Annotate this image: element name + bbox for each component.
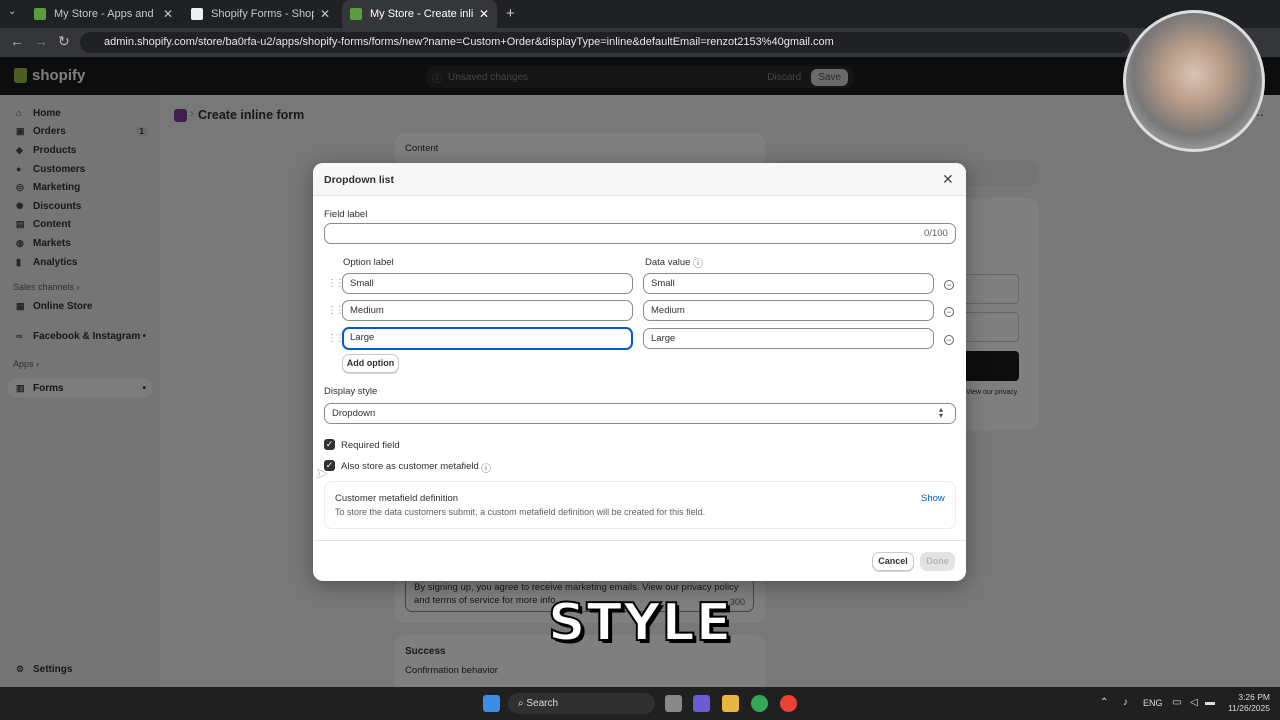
modal-title: Dropdown list <box>324 174 394 186</box>
display-style-label: Display style <box>324 386 378 397</box>
field-label-heading: Field label <box>324 209 368 220</box>
info-icon[interactable]: ⓘ <box>693 255 703 270</box>
forward-icon[interactable]: → <box>34 33 48 49</box>
add-option-button[interactable]: Add option <box>342 354 399 373</box>
clock[interactable]: 3:26 PM 11/26/2025 <box>1226 692 1270 714</box>
url-input[interactable]: admin.shopify.com/store/ba0rfa-u2/apps/s… <box>80 32 1130 53</box>
data-value-input[interactable]: Medium <box>643 300 934 321</box>
select-arrows-icon: ▴ ▾ <box>939 405 944 420</box>
required-label: Required field <box>341 440 400 451</box>
field-label-char-count: 0/100 <box>924 228 948 239</box>
language-indicator[interactable]: ENG <box>1143 698 1163 708</box>
display-style-select[interactable]: Dropdown <box>324 403 956 424</box>
close-tab-icon[interactable]: ✕ <box>320 7 330 21</box>
remove-option-icon[interactable]: − <box>944 280 954 290</box>
microphone-icon[interactable]: ♪ <box>1123 697 1128 708</box>
chrome-profile-icon[interactable] <box>780 695 797 712</box>
drag-handle-icon[interactable]: ⋮⋮ <box>327 278 345 289</box>
option-label-input[interactable]: Large <box>342 327 633 350</box>
modal-header <box>313 163 966 196</box>
copilot-icon[interactable] <box>693 695 710 712</box>
new-tab-icon[interactable]: + <box>506 5 515 22</box>
done-button[interactable]: Done <box>920 552 955 571</box>
browser-tab-2[interactable]: Shopify Forms - Shopify Forms ✕ <box>183 0 338 28</box>
required-checkbox[interactable]: ✓ <box>324 439 335 450</box>
data-value-header: Data value <box>645 257 691 268</box>
close-tab-icon[interactable]: ✕ <box>479 7 489 21</box>
clock-time: 3:26 PM <box>1238 692 1270 702</box>
footer-divider <box>313 540 966 541</box>
option-label-input[interactable]: Small <box>342 273 633 294</box>
metafield-definition-box <box>324 481 956 529</box>
tray-chevron-icon[interactable]: ⌃ <box>1100 697 1108 708</box>
option-label-input[interactable]: Medium <box>342 300 633 321</box>
tab-title: My Store - Create inline form - S <box>370 8 473 20</box>
remove-option-icon[interactable]: − <box>944 307 954 317</box>
browser-tab-3[interactable]: My Store - Create inline form - S ✕ <box>342 0 497 28</box>
search-label: Search <box>526 698 559 709</box>
task-view-icon[interactable] <box>665 695 682 712</box>
back-icon[interactable]: ← <box>10 33 24 49</box>
option-label-header: Option label <box>343 257 394 268</box>
drag-handle-icon[interactable]: ⋮⋮ <box>327 333 345 344</box>
tab-title: My Store - Apps and sales chan <box>54 8 157 20</box>
field-label-input[interactable] <box>324 223 956 244</box>
clock-date: 11/26/2025 <box>1228 703 1270 713</box>
tab-list-icon[interactable]: ⌄ <box>8 6 16 17</box>
shopify-favicon-icon <box>350 8 362 20</box>
close-icon[interactable]: ✕ <box>942 171 954 188</box>
tab-title: Shopify Forms - Shopify Forms <box>211 8 314 20</box>
volume-icon[interactable]: ◁ <box>1190 697 1198 708</box>
windows-start-icon[interactable] <box>483 695 500 712</box>
metafield-def-desc: To store the data customers submit, a cu… <box>335 507 706 517</box>
reload-icon[interactable]: ↻ <box>58 33 70 50</box>
close-tab-icon[interactable]: ✕ <box>163 7 173 21</box>
info-icon[interactable]: ⓘ <box>481 460 491 475</box>
battery-icon[interactable]: ▬ <box>1205 697 1215 708</box>
webcam-overlay <box>1123 10 1265 152</box>
forms-favicon-icon <box>191 8 203 20</box>
shopify-favicon-icon <box>34 8 46 20</box>
browser-tab-1[interactable]: My Store - Apps and sales chan ✕ <box>26 0 181 28</box>
data-value-input[interactable]: Large <box>643 328 934 349</box>
mouse-cursor-icon: ➤ <box>316 465 328 481</box>
taskbar-search[interactable]: ⌕ Search <box>508 693 655 714</box>
video-caption: STYLE <box>547 592 733 654</box>
remove-option-icon[interactable]: − <box>944 335 954 345</box>
show-link[interactable]: Show <box>921 493 945 504</box>
cancel-button[interactable]: Cancel <box>872 552 914 571</box>
chrome-icon[interactable] <box>751 695 768 712</box>
drag-handle-icon[interactable]: ⋮⋮ <box>327 305 345 316</box>
file-explorer-icon[interactable] <box>722 695 739 712</box>
data-value-input[interactable]: Small <box>643 273 934 294</box>
network-icon[interactable]: ▭ <box>1172 697 1181 708</box>
metafield-def-title: Customer metafield definition <box>335 493 459 504</box>
metafield-label: Also store as customer metafield <box>341 461 479 472</box>
dropdown-list-modal: Dropdown list ✕ Field label 0/100 Option… <box>313 163 966 581</box>
